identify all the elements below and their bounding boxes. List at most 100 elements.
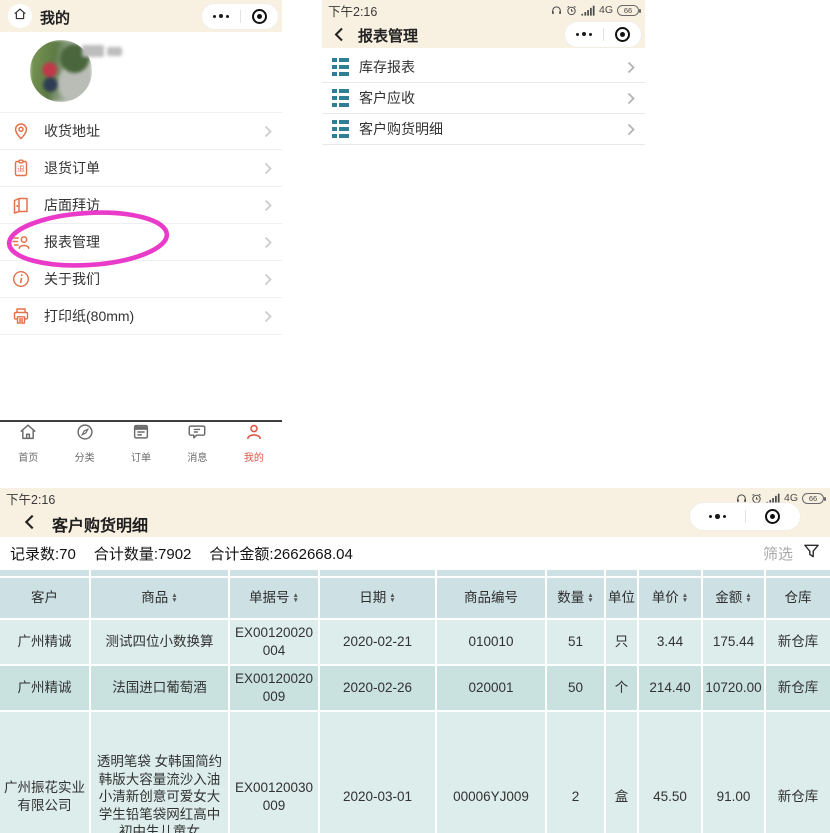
table-cell-warehouse: 新仓库 bbox=[766, 620, 830, 664]
table-cell-unit-price: 45.50 bbox=[639, 712, 701, 833]
tab-label: 分类 bbox=[75, 449, 95, 464]
compass-icon bbox=[75, 422, 95, 447]
sort-icon[interactable]: ▲▼ bbox=[389, 593, 395, 604]
username-redacted bbox=[107, 47, 122, 56]
column-header-date[interactable]: 日期▲▼ bbox=[320, 578, 435, 618]
table-strip-cell bbox=[606, 570, 637, 576]
location-pin-icon bbox=[10, 120, 32, 142]
table-strip-cell bbox=[0, 570, 89, 576]
tab-orders[interactable]: 订单 bbox=[113, 422, 169, 464]
sort-icon[interactable]: ▲▼ bbox=[587, 593, 593, 604]
column-header-amount[interactable]: 金额▲▼ bbox=[703, 578, 764, 618]
sort-icon[interactable]: ▲▼ bbox=[682, 593, 688, 604]
tab-category[interactable]: 分类 bbox=[56, 422, 112, 464]
chevron-right-icon bbox=[264, 310, 272, 323]
more-menu-button[interactable] bbox=[202, 4, 240, 29]
report-management-icon bbox=[10, 231, 32, 253]
menu-item-label: 收货地址 bbox=[44, 121, 100, 141]
chevron-right-icon bbox=[627, 92, 635, 105]
table-cell-date: 2020-02-21 bbox=[320, 620, 435, 664]
back-button[interactable] bbox=[24, 514, 35, 535]
report-item-purchase-detail[interactable]: 客户购货明细 bbox=[322, 114, 645, 145]
report-item-label: 客户应收 bbox=[359, 88, 415, 108]
table-cell-quantity: 2 bbox=[547, 712, 604, 833]
battery-icon: 66 bbox=[617, 5, 639, 16]
table-cell-product-code: 020001 bbox=[437, 666, 545, 710]
purchase-detail-table: 客户 商品▲▼ 单据号▲▼ 日期▲▼ 商品编号 数量▲▼ 单位 单价▲▼ 金额▲… bbox=[0, 570, 830, 833]
close-minimize-button[interactable] bbox=[604, 22, 642, 47]
summary-bar: 记录数:70 合计数量:7902 合计金额:2662668.04 筛选 bbox=[0, 538, 830, 568]
home-icon bbox=[18, 422, 38, 447]
printer-icon bbox=[10, 305, 32, 327]
column-header-product-code: 商品编号 bbox=[437, 578, 545, 618]
chevron-right-icon bbox=[264, 162, 272, 175]
order-list-icon bbox=[131, 422, 151, 447]
menu-item-shipping-address[interactable]: 收货地址 bbox=[0, 113, 282, 150]
menu-item-about-us[interactable]: 关于我们 bbox=[0, 261, 282, 298]
table-cell-order-no: EX00120020009 bbox=[230, 666, 318, 710]
home-button[interactable] bbox=[8, 4, 32, 28]
more-menu-button[interactable] bbox=[565, 22, 603, 47]
filter-funnel-icon bbox=[803, 543, 820, 564]
table-strip-cell bbox=[703, 570, 764, 576]
menu-item-label: 退货订单 bbox=[44, 158, 100, 178]
tab-label: 订单 bbox=[131, 449, 151, 464]
ellipsis-icon bbox=[709, 514, 726, 519]
status-bar: 下午2:16 4G 66 bbox=[322, 0, 645, 20]
table-cell-unit-price: 214.40 bbox=[639, 666, 701, 710]
signal-bars-icon bbox=[581, 5, 595, 16]
chevron-right-icon bbox=[627, 61, 635, 74]
table-strip-cell bbox=[639, 570, 701, 576]
mini-program-capsule bbox=[202, 4, 278, 29]
menu-item-print-paper[interactable]: 打印纸(80mm) bbox=[0, 298, 282, 335]
status-time: 下午2:16 bbox=[6, 489, 55, 508]
headphones-icon bbox=[736, 493, 747, 503]
purchase-detail-panel: 下午2:16 4G 66 客户购货明细 记录数:70 合计数量:7902 合计金… bbox=[0, 488, 830, 833]
table-cell-product-code: 00006YJ009 bbox=[437, 712, 545, 833]
menu-item-label: 报表管理 bbox=[44, 232, 100, 252]
report-item-receivable[interactable]: 客户应收 bbox=[322, 83, 645, 114]
sort-icon[interactable]: ▲▼ bbox=[745, 593, 751, 604]
more-menu-button[interactable] bbox=[690, 503, 745, 530]
mini-program-capsule bbox=[565, 22, 641, 47]
filter-button[interactable]: 筛选 bbox=[763, 543, 820, 564]
ellipsis-icon bbox=[213, 14, 230, 19]
table-cell-order-no: EX00120020004 bbox=[230, 620, 318, 664]
target-icon bbox=[252, 9, 267, 24]
table-cell-quantity: 51 bbox=[547, 620, 604, 664]
chevron-right-icon bbox=[264, 125, 272, 138]
mini-program-capsule bbox=[690, 503, 800, 530]
back-button[interactable] bbox=[334, 27, 344, 47]
tab-my[interactable]: 我的 bbox=[226, 422, 282, 464]
status-time: 下午2:16 bbox=[328, 1, 377, 20]
column-header-unit-price[interactable]: 单价▲▼ bbox=[639, 578, 701, 618]
total-quantity: 合计数量:7902 bbox=[94, 543, 192, 564]
column-header-quantity[interactable]: 数量▲▼ bbox=[547, 578, 604, 618]
target-icon bbox=[615, 27, 630, 42]
menu-item-store-visit[interactable]: 店面拜访 bbox=[0, 187, 282, 224]
column-header-customer: 客户 bbox=[0, 578, 89, 618]
menu-item-label: 关于我们 bbox=[44, 269, 100, 289]
my-page-panel: 我的 收货地址 退 退货订单 店面拜访 bbox=[0, 0, 282, 472]
menu-item-report-management[interactable]: 报表管理 bbox=[0, 224, 282, 261]
close-minimize-button[interactable] bbox=[746, 503, 801, 530]
table-strip-cell bbox=[547, 570, 604, 576]
page-title: 报表管理 bbox=[358, 25, 418, 46]
my-page-menu: 收货地址 退 退货订单 店面拜访 报表管理 bbox=[0, 112, 282, 335]
report-nav-bar: 报表管理 bbox=[322, 20, 645, 48]
close-minimize-button[interactable] bbox=[241, 4, 279, 29]
battery-icon: 66 bbox=[802, 493, 824, 504]
column-header-product[interactable]: 商品▲▼ bbox=[91, 578, 228, 618]
menu-item-return-orders[interactable]: 退 退货订单 bbox=[0, 150, 282, 187]
tab-home[interactable]: 首页 bbox=[0, 422, 56, 464]
home-icon bbox=[13, 7, 27, 26]
table-cell-product-code: 010010 bbox=[437, 620, 545, 664]
table-cell-unit: 个 bbox=[606, 666, 637, 710]
sort-icon[interactable]: ▲▼ bbox=[171, 593, 177, 604]
report-item-inventory[interactable]: 库存报表 bbox=[322, 52, 645, 83]
sort-icon[interactable]: ▲▼ bbox=[293, 593, 299, 604]
column-header-order-no[interactable]: 单据号▲▼ bbox=[230, 578, 318, 618]
tab-messages[interactable]: 消息 bbox=[169, 422, 225, 464]
chevron-right-icon bbox=[264, 199, 272, 212]
total-amount: 合计金额:2662668.04 bbox=[209, 543, 352, 564]
